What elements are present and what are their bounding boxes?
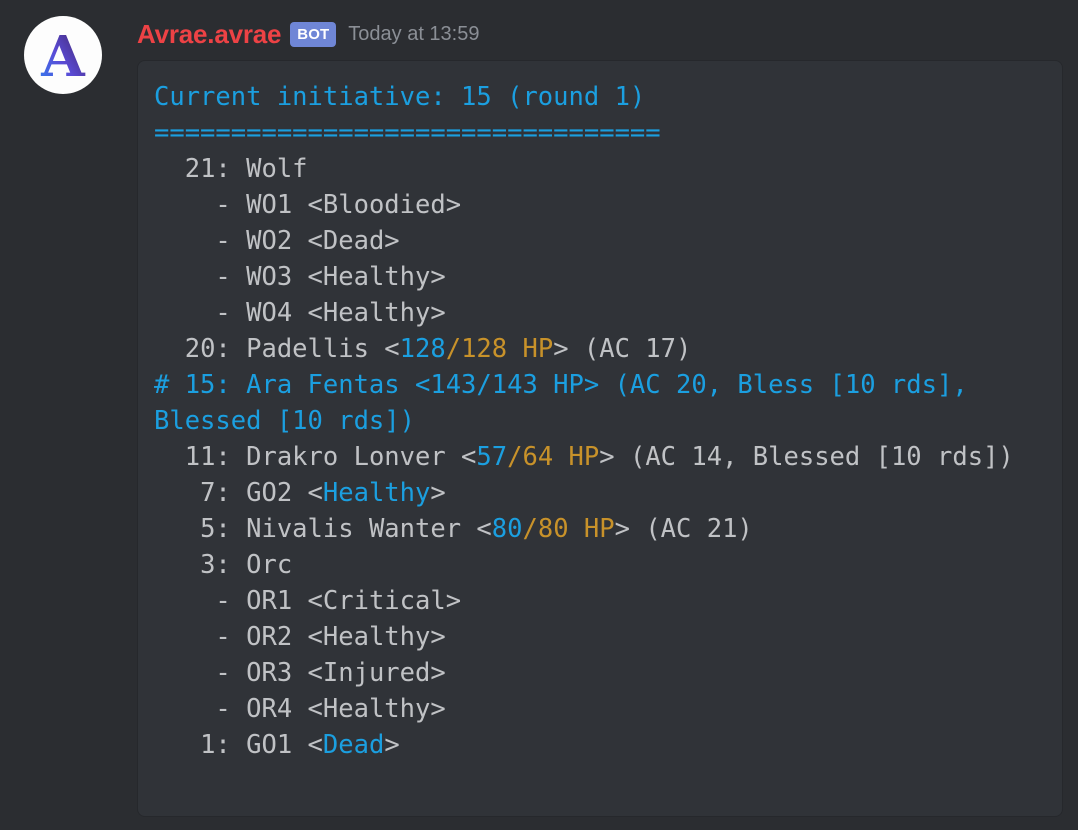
line-orc-group-segment: 3: Orc: [154, 550, 293, 580]
line-or3-segment: - OR3 <Injured>: [154, 658, 446, 688]
message-header: Avrae.avrae BOT Today at 13:59: [137, 17, 479, 51]
line-go2-segment: >: [430, 478, 446, 508]
line-drakro-lonver-segment: > (AC 14, Blessed [10 rds]): [599, 442, 1014, 472]
line-drakro-lonver-segment: 11: Drakro Lonver <: [154, 442, 477, 472]
line-nivalis-wanter-segment: 80: [491, 514, 523, 544]
line-wo1-segment: - WO1 <Bloodied>: [154, 190, 462, 220]
line-wolf-group: 21: Wolf: [154, 154, 308, 184]
line-separator-segment: =================================: [154, 118, 661, 148]
line-nivalis-wanter-segment: > (AC 21): [614, 514, 753, 544]
line-padellis-segment: /128 HP: [445, 334, 554, 364]
line-or3: - OR3 <Injured>: [154, 658, 446, 688]
line-wo4-segment: - WO4 <Healthy>: [154, 298, 446, 328]
line-wo2-segment: - WO2 <Dead>: [154, 226, 400, 256]
line-go1-segment: >: [384, 730, 400, 760]
initiative-code-block: Current initiative: 15 (round 1) =======…: [137, 60, 1063, 817]
line-drakro-lonver-segment: 57: [476, 442, 508, 472]
line-drakro-lonver-segment: /64 HP: [507, 442, 600, 472]
message-timestamp: Today at 13:59: [348, 23, 480, 45]
line-or4-segment: - OR4 <Healthy>: [154, 694, 446, 724]
avatar[interactable]: A: [24, 16, 102, 94]
line-or4: - OR4 <Healthy>: [154, 694, 446, 724]
line-padellis-segment: 20: Padellis <: [154, 334, 400, 364]
line-padellis-segment: > (AC 17): [553, 334, 692, 364]
line-ara-fentas-segment: # 15: Ara Fentas <143/143 HP> (AC 20, Bl…: [154, 370, 984, 436]
line-header-segment: Current initiative: 15 (round 1): [154, 82, 646, 112]
initiative-list-text: Current initiative: 15 (round 1) =======…: [154, 79, 1044, 763]
line-separator: =================================: [154, 118, 661, 148]
line-or1-segment: - OR1 <Critical>: [154, 586, 462, 616]
svg-text:A: A: [40, 24, 86, 90]
line-nivalis-wanter-segment: 5: Nivalis Wanter <: [154, 514, 492, 544]
message-author-name[interactable]: Avrae.avrae: [137, 21, 281, 47]
line-wo3-segment: - WO3 <Healthy>: [154, 262, 446, 292]
bot-badge: BOT: [290, 21, 337, 47]
line-wo2: - WO2 <Dead>: [154, 226, 400, 256]
line-wolf-group-segment: 21: Wolf: [154, 154, 308, 184]
line-go1-segment: Dead: [322, 730, 385, 760]
line-or2-segment: - OR2 <Healthy>: [154, 622, 446, 652]
line-drakro-lonver: 11: Drakro Lonver <57/64 HP> (AC 14, Ble…: [154, 442, 1014, 472]
line-or1: - OR1 <Critical>: [154, 586, 461, 616]
line-wo4: - WO4 <Healthy>: [154, 298, 446, 328]
chat-message: A Avrae.avrae BOT Today at 13:59 Current…: [0, 0, 1078, 830]
line-wo3: - WO3 <Healthy>: [154, 262, 446, 292]
line-header: Current initiative: 15 (round 1): [154, 82, 645, 112]
line-or2: - OR2 <Healthy>: [154, 622, 446, 652]
line-nivalis-wanter-segment: /80 HP: [522, 514, 615, 544]
line-padellis-segment: 128: [399, 334, 446, 364]
line-padellis: 20: Padellis <128/128 HP> (AC 17): [154, 334, 692, 364]
line-go2-segment: 7: GO2 <: [154, 478, 323, 508]
line-go2-segment: Healthy: [322, 478, 431, 508]
line-orc-group: 3: Orc: [154, 550, 292, 580]
avatar-letter-a-icon: A: [40, 24, 86, 90]
line-go2: 7: GO2 <Healthy>: [154, 478, 446, 508]
line-wo1: - WO1 <Bloodied>: [154, 190, 461, 220]
line-go1: 1: GO1 <Dead>: [154, 730, 400, 760]
line-nivalis-wanter: 5: Nivalis Wanter <80/80 HP> (AC 21): [154, 514, 753, 544]
line-go1-segment: 1: GO1 <: [154, 730, 323, 760]
line-ara-fentas: # 15: Ara Fentas <143/143 HP> (AC 20, Bl…: [154, 370, 983, 436]
